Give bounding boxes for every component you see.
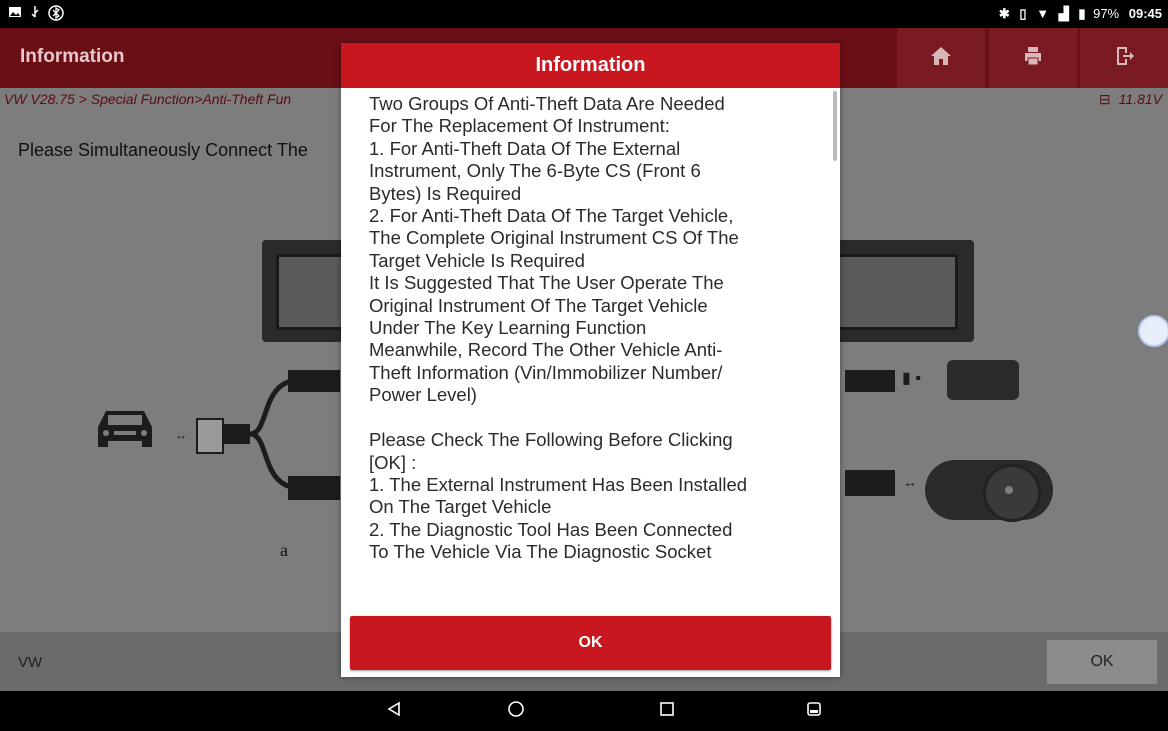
dialog-title: Information: [341, 43, 840, 88]
information-dialog: Information Two Groups Of Anti-Theft Dat…: [341, 43, 840, 677]
recents-button[interactable]: [653, 699, 681, 723]
arrow-icon: ↔: [903, 474, 917, 490]
dialog-ok-button[interactable]: OK: [350, 616, 831, 670]
cable-plug-right-bottom: [845, 470, 895, 496]
arrow-icon: ▮ ▪: [902, 370, 921, 387]
screenshot-button[interactable]: [800, 699, 828, 723]
obd-connector: [196, 418, 224, 454]
recents-icon: [659, 701, 675, 722]
cable-plug-right-top: [845, 370, 895, 392]
tablet-device-right: [830, 240, 974, 342]
floating-assistant-button[interactable]: [1138, 315, 1168, 347]
screenshot-icon: [806, 701, 822, 722]
tablet-device-left: [262, 240, 352, 342]
car-icon: [92, 405, 158, 458]
navigation-bar: [0, 691, 1168, 731]
arrow-icon: ↔: [175, 428, 187, 442]
home-nav-button[interactable]: [502, 699, 530, 723]
bottom-ok-button[interactable]: OK: [1047, 640, 1157, 684]
dialog-message[interactable]: Two Groups Of Anti-Theft Data Are Needed…: [369, 93, 819, 609]
home-circle-icon: [507, 700, 525, 723]
dialog-scrollbar[interactable]: [833, 91, 837, 161]
back-button[interactable]: [380, 699, 408, 723]
back-icon: [386, 701, 402, 722]
vci-dongle: [947, 360, 1019, 400]
vehicle-brand: VW: [18, 654, 43, 671]
key-programmer-device: [925, 460, 1053, 522]
diagram-label-a: a: [280, 540, 288, 560]
